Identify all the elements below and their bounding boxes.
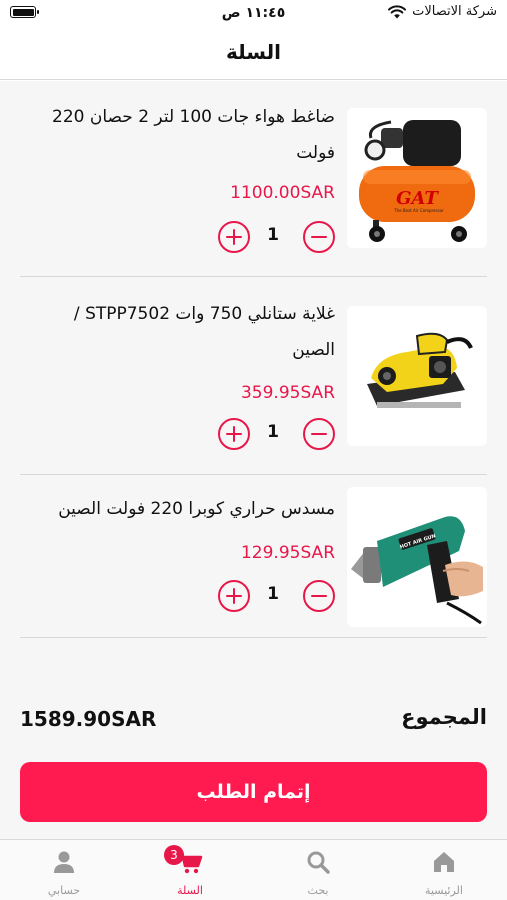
cart-item: GAT The Best Air Compressor ضاغط هواء جا…: [20, 81, 487, 277]
product-name[interactable]: مسدس حراري كوبرا 220 فولت الصين: [35, 491, 335, 527]
quantity-value: 1: [267, 225, 279, 245]
cart-item: HOT AIR GUN مسدس حراري كوبرا 220 فولت ال…: [20, 476, 487, 638]
product-price: 1100.00SAR: [230, 183, 335, 203]
product-image[interactable]: HOT AIR GUN: [347, 487, 487, 627]
status-bar: ١١:٤٥ ص شركة الاتصالات: [0, 0, 507, 28]
decrease-quantity-button[interactable]: [303, 221, 335, 253]
product-price: 359.95SAR: [240, 383, 335, 403]
tab-label: بحث: [307, 884, 329, 897]
quantity-stepper: 1: [215, 418, 335, 452]
search-icon: [307, 851, 330, 874]
carrier-info: شركة الاتصالات: [388, 4, 497, 19]
product-name[interactable]: غلاية ستانلي 750 وات STPP7502 / الصين: [35, 296, 335, 368]
increase-quantity-button[interactable]: [218, 418, 250, 450]
product-image[interactable]: GAT The Best Air Compressor: [347, 108, 487, 248]
tab-home[interactable]: الرئيسية: [381, 840, 507, 900]
quantity-stepper: 1: [215, 580, 335, 614]
carrier-name: شركة الاتصالات: [412, 4, 497, 19]
decrease-quantity-button[interactable]: [303, 580, 335, 612]
home-icon: [434, 852, 454, 872]
cart-content: GAT The Best Air Compressor ضاغط هواء جا…: [0, 81, 507, 839]
tab-label: حسابي: [47, 884, 81, 897]
checkout-button[interactable]: إتمام الطلب: [20, 762, 487, 822]
quantity-value: 1: [267, 584, 279, 604]
cart-total: المجموع 1589.90SAR: [20, 705, 487, 737]
cart-item: غلاية ستانلي 750 وات STPP7502 / الصين 35…: [20, 278, 487, 475]
wifi-icon: [388, 4, 407, 18]
decrease-quantity-button[interactable]: [303, 418, 335, 450]
total-label: المجموع: [401, 705, 487, 729]
increase-quantity-button[interactable]: [218, 221, 250, 253]
quantity-value: 1: [267, 422, 279, 442]
tab-bar: الرئيسية بحث 3 السلة حسابي: [0, 839, 507, 900]
svg-text:The Best Air Compressor: The Best Air Compressor: [393, 208, 444, 213]
header: السلة: [0, 28, 507, 80]
product-name[interactable]: ضاغط هواء جات 100 لتر 2 حصان 220 فولت: [35, 99, 335, 171]
tab-search[interactable]: بحث: [255, 840, 381, 900]
user-icon: [54, 851, 74, 873]
cart-count-badge: 3: [164, 845, 184, 865]
svg-text:GAT: GAT: [396, 188, 439, 209]
tab-label: السلة: [177, 884, 203, 897]
tab-cart[interactable]: 3 السلة: [127, 840, 253, 900]
quantity-stepper: 1: [215, 221, 335, 255]
air-compressor-icon: GAT The Best Air Compressor: [347, 108, 487, 248]
product-price: 129.95SAR: [240, 543, 335, 563]
tab-label: الرئيسية: [425, 884, 463, 897]
increase-quantity-button[interactable]: [218, 580, 250, 612]
tab-account[interactable]: حسابي: [1, 840, 127, 900]
heat-gun-icon: HOT AIR GUN: [347, 487, 487, 627]
electric-planer-icon: [347, 306, 487, 446]
total-value: 1589.90SAR: [20, 707, 157, 731]
product-image[interactable]: [347, 306, 487, 446]
page-title: السلة: [225, 40, 281, 64]
